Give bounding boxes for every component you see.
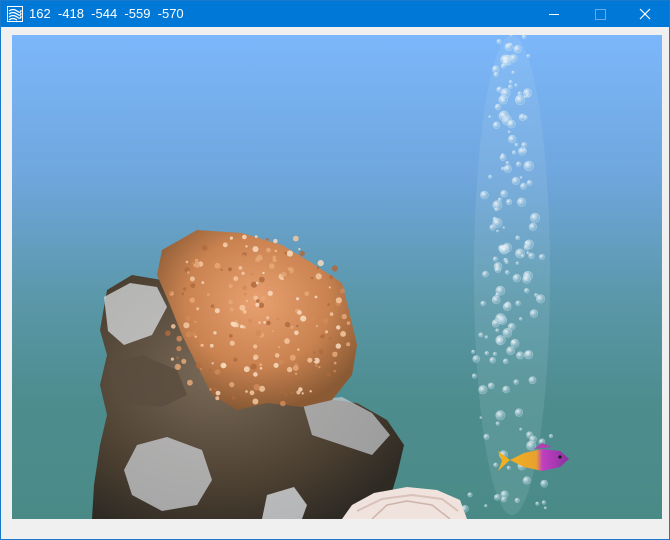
minimize-button[interactable] <box>531 1 577 27</box>
minimize-icon <box>549 14 559 15</box>
bubble-column <box>461 35 554 515</box>
aquarium-scene <box>12 35 662 519</box>
aquarium-app-icon[interactable] <box>7 6 23 22</box>
title-bar[interactable]: 162 -418 -544 -559 -570 <box>1 1 669 27</box>
window-bottom-border <box>1 519 669 539</box>
aquarium-window: 162 -418 -544 -559 -570 <box>0 0 670 540</box>
maximize-button[interactable] <box>577 1 623 27</box>
close-icon <box>639 8 651 20</box>
maximize-icon <box>595 9 606 20</box>
window-title: 162 -418 -544 -559 -570 <box>29 6 184 21</box>
close-button[interactable] <box>623 1 669 27</box>
